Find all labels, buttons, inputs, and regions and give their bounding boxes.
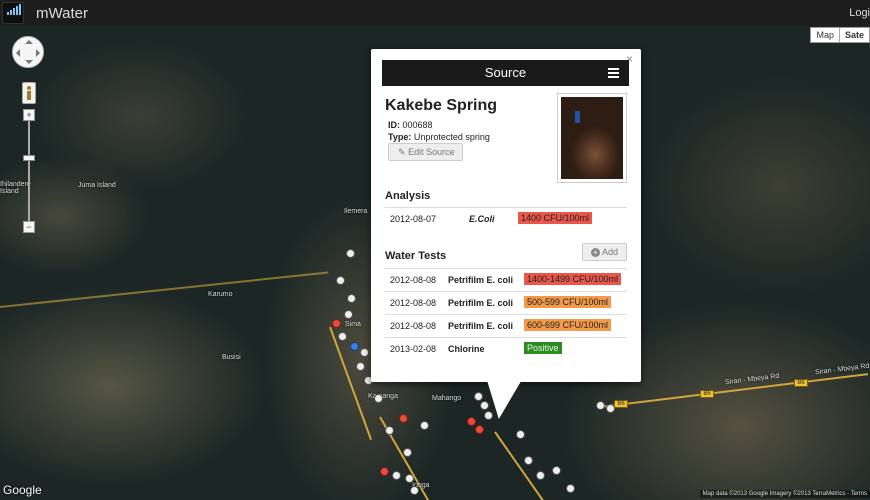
water-source-marker[interactable] (380, 467, 389, 476)
zoom-in-button[interactable]: + (23, 109, 35, 121)
water-source-marker[interactable] (346, 249, 355, 258)
test-parameter: Petrifilm E. coli (448, 275, 514, 285)
water-source-marker[interactable] (374, 394, 383, 403)
water-source-marker[interactable] (596, 401, 605, 410)
zoom-slider-thumb[interactable] (23, 155, 35, 161)
menu-icon[interactable] (608, 68, 619, 78)
water-source-marker[interactable] (332, 319, 341, 328)
water-source-marker[interactable] (606, 404, 615, 413)
analysis-row[interactable]: 2012-08-07 E.Coli 1400 CFU/100ml (385, 207, 627, 230)
pan-down-icon[interactable] (25, 60, 33, 64)
zoom-slider-track[interactable] (28, 121, 30, 222)
place-label: Kamanga (368, 393, 398, 400)
water-test-row[interactable]: 2013-02-08 Chlorine Positive (385, 337, 627, 360)
source-id: ID: 000688 (388, 120, 433, 130)
water-source-marker[interactable] (350, 342, 359, 351)
place-label: Karumo (208, 291, 233, 298)
test-date: 2012-08-08 (390, 298, 437, 308)
app-title[interactable]: mWater (36, 5, 88, 22)
water-test-row[interactable]: 2012-08-08 Petrifilm E. coli 600-699 CFU… (385, 314, 627, 337)
road-tag: B6 (614, 400, 628, 408)
source-photo-image (561, 97, 623, 179)
pan-control[interactable] (12, 36, 44, 68)
water-test-row[interactable]: 2012-08-08 Petrifilm E. coli 500-599 CFU… (385, 291, 627, 314)
water-source-marker[interactable] (410, 486, 419, 495)
water-source-marker[interactable] (516, 430, 525, 439)
test-date: 2012-08-08 (390, 321, 437, 331)
zoom-out-button[interactable]: − (23, 221, 35, 233)
place-label: Ilemera (344, 208, 368, 215)
water-test-row[interactable]: 2012-08-08 Petrifilm E. coli 1400-1499 C… (385, 268, 627, 291)
analysis-date: 2012-08-07 (390, 214, 437, 224)
pan-right-icon[interactable] (36, 49, 40, 57)
water-source-marker[interactable] (475, 425, 484, 434)
test-value: Positive (524, 342, 562, 354)
source-id-value: 000688 (402, 120, 433, 130)
app-header: mWater Logi (0, 0, 870, 26)
water-source-marker[interactable] (524, 456, 533, 465)
map-type-satellite-button[interactable]: Sate (838, 28, 869, 42)
test-date: 2012-08-08 (390, 275, 437, 285)
water-source-marker[interactable] (385, 426, 394, 435)
test-parameter: Petrifilm E. coli (448, 321, 514, 331)
water-source-marker[interactable] (344, 310, 353, 319)
place-label: Mahango (432, 395, 462, 402)
analysis-title: Analysis (385, 190, 431, 202)
road-tag: B6 (700, 390, 714, 398)
source-photo[interactable] (557, 93, 627, 183)
test-value: 500-599 CFU/100ml (524, 296, 612, 308)
google-logo: Google (3, 483, 42, 497)
water-source-marker[interactable] (566, 484, 575, 493)
edit-icon: ✎ (398, 147, 406, 157)
water-source-marker[interactable] (420, 421, 429, 430)
water-source-marker[interactable] (403, 448, 412, 457)
water-source-marker[interactable] (405, 474, 414, 483)
water-source-marker[interactable] (552, 466, 561, 475)
map-attribution[interactable]: Map data ©2013 Google Imagery ©2013 Terr… (699, 490, 870, 498)
test-parameter: Petrifilm E. coli (448, 298, 514, 308)
water-source-marker[interactable] (338, 332, 347, 341)
popup-title: Source (484, 65, 527, 80)
plus-circle-icon: + (590, 248, 600, 257)
edit-source-button[interactable]: ✎ Edit Source (388, 143, 463, 161)
place-label: Ihilandere Island (0, 181, 31, 195)
place-label: Sima (345, 321, 361, 328)
mwater-logo-icon[interactable] (2, 2, 24, 24)
street-view-pegman-icon[interactable] (22, 82, 36, 104)
analysis-parameter: E.Coli (469, 214, 495, 224)
water-source-marker[interactable] (392, 471, 401, 480)
test-value: 600-699 CFU/100ml (524, 319, 612, 331)
test-value: 1400-1499 CFU/100ml (524, 273, 622, 285)
water-tests-title: Water Tests (385, 250, 447, 262)
add-test-button[interactable]: + Add (582, 243, 627, 261)
source-name: Kakebe Spring (385, 97, 498, 114)
map-type-toggle: Map Sate (810, 27, 870, 43)
login-link[interactable]: Logi (849, 7, 870, 19)
add-test-label: Add (601, 247, 618, 257)
road-tag: B6 (794, 379, 808, 387)
map-type-map-button[interactable]: Map (811, 28, 839, 42)
edit-source-label: Edit Source (408, 147, 455, 157)
source-id-label: ID: (388, 120, 400, 130)
source-type-label: Type: (388, 132, 412, 142)
source-info-popup: × Source Kakebe Spring ID: 000688 Type: … (371, 49, 641, 382)
water-source-marker[interactable] (536, 471, 545, 480)
analysis-value: 1400 CFU/100ml (518, 212, 593, 224)
water-source-marker[interactable] (356, 362, 365, 371)
water-source-marker[interactable] (360, 348, 369, 357)
test-date: 2013-02-08 (390, 344, 437, 354)
test-parameter: Chlorine (448, 344, 485, 354)
source-type-value: Unprotected spring (413, 132, 490, 142)
pan-left-icon[interactable] (16, 49, 20, 57)
water-source-marker[interactable] (336, 276, 345, 285)
water-source-marker[interactable] (399, 414, 408, 423)
popup-header: Source (382, 60, 629, 86)
pan-up-icon[interactable] (25, 40, 33, 44)
source-type: Type: Unprotected spring (388, 132, 490, 142)
water-source-marker[interactable] (347, 294, 356, 303)
place-label: Juma Island (78, 182, 116, 189)
place-label: Busisi (222, 354, 241, 361)
